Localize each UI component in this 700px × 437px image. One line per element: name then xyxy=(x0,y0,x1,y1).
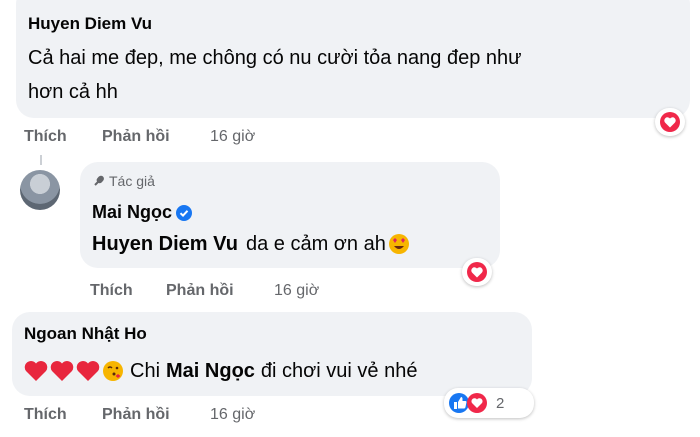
comment-text-1-line2: hơn cả hh xyxy=(28,81,118,103)
verified-badge-icon xyxy=(176,204,193,221)
comment-text-3: Chi Mai Ngọc đi chơi vui vẻ nhé xyxy=(24,355,417,387)
heart-emoji-3 xyxy=(76,360,100,382)
comment-2-reaction[interactable] xyxy=(462,258,492,286)
thread-line xyxy=(40,155,42,165)
microphone-icon xyxy=(92,174,106,188)
reaction-count: 2 xyxy=(496,394,505,412)
reply-button-3[interactable]: Phản hồi xyxy=(102,406,170,424)
heart-emoji-1 xyxy=(24,360,48,382)
comment-author-2-row: Mai Ngọc xyxy=(92,202,193,223)
avatar-mai-ngoc[interactable] xyxy=(20,170,60,210)
like-button-3[interactable]: Thích xyxy=(24,406,67,424)
love-react-icon-3 xyxy=(466,392,488,414)
reply-button-1[interactable]: Phản hồi xyxy=(102,128,170,146)
mention-huyen-diem-vu[interactable]: Huyen Diem Vu xyxy=(92,228,238,260)
author-badge-label: Tác giả xyxy=(109,173,155,189)
heart-emoji-2 xyxy=(50,360,74,382)
comment-author-3[interactable]: Ngoan Nhật Ho xyxy=(24,324,147,344)
author-badge: Tác giả xyxy=(92,173,155,189)
comment-3-reactions[interactable]: 2 xyxy=(444,388,534,418)
timestamp-1[interactable]: 16 giờ xyxy=(210,128,255,146)
like-button-2[interactable]: Thích xyxy=(90,282,133,300)
kissing-heart-emoji xyxy=(102,360,124,382)
comment-author-1[interactable]: Huyen Diem Vu xyxy=(28,14,152,34)
comment-author-2[interactable]: Mai Ngọc xyxy=(92,202,172,223)
like-button-1[interactable]: Thích xyxy=(24,128,67,146)
mention-mai-ngoc[interactable]: Mai Ngọc xyxy=(166,355,255,387)
comment-text-1-line1: Cả hai me đep, me chông có nu cười tỏa n… xyxy=(28,47,522,69)
comment-1-reaction[interactable] xyxy=(655,108,685,136)
heart-eyes-emoji xyxy=(388,233,410,255)
comment-text-2: Huyen Diem Vu da e cảm ơn ah xyxy=(92,228,410,260)
love-react-icon-2 xyxy=(467,262,487,282)
love-react-icon xyxy=(660,112,680,132)
comment-text-3-prefix: Chi xyxy=(130,360,161,382)
comment-text-3-suffix: đi chơi vui vẻ nhé xyxy=(260,360,418,382)
comment-text-2-body: da e cảm ơn ah xyxy=(245,233,386,255)
timestamp-2[interactable]: 16 giờ xyxy=(274,282,319,300)
timestamp-3[interactable]: 16 giờ xyxy=(210,406,255,424)
reply-button-2[interactable]: Phản hồi xyxy=(166,282,234,300)
